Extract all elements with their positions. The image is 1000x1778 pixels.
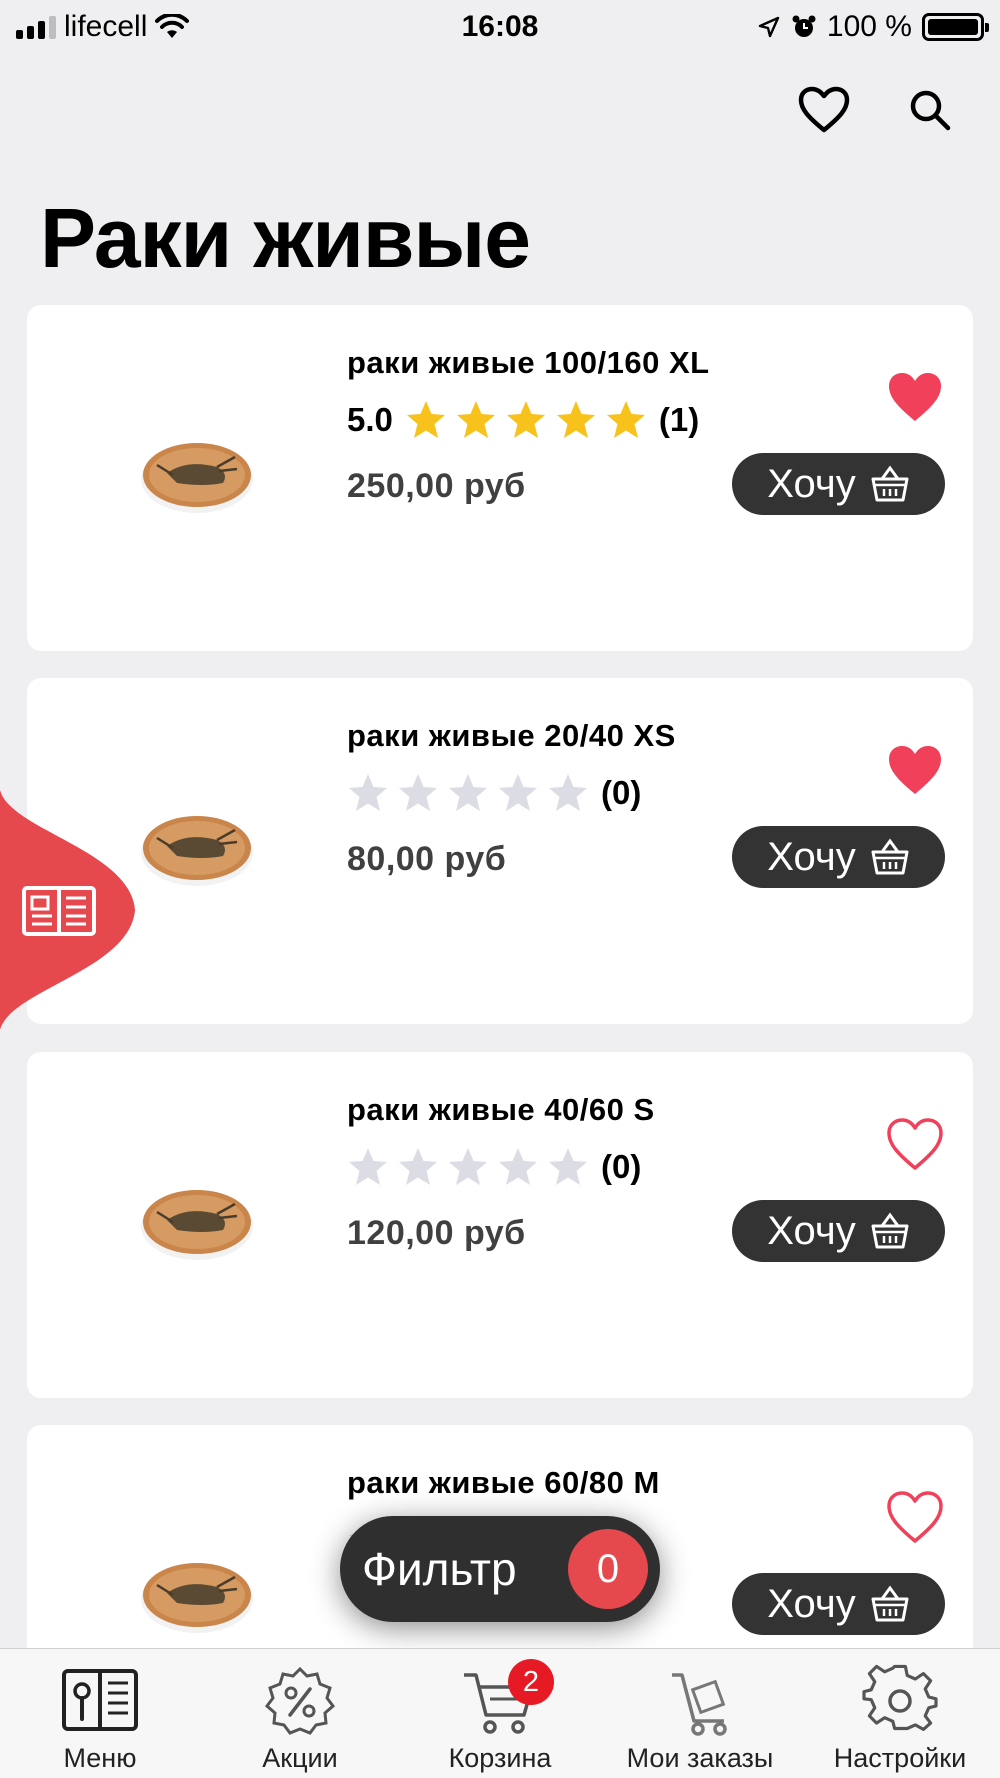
- alarm-icon: [792, 15, 816, 37]
- rating-value: 5.0: [347, 401, 393, 438]
- filter-count-badge: 0: [568, 1529, 648, 1609]
- review-count: (0): [601, 1148, 642, 1185]
- product-rating: (0): [347, 1146, 641, 1188]
- want-button-label: Хочу: [767, 1208, 856, 1253]
- star-empty-icon: [449, 1148, 487, 1185]
- search-button[interactable]: [900, 80, 960, 140]
- discount-gear-icon: [264, 1666, 336, 1735]
- filter-button[interactable]: Фильтр 0: [340, 1516, 660, 1622]
- star-filled-icon: [556, 401, 595, 438]
- heart-outline-icon[interactable]: [885, 1116, 945, 1172]
- product-name: раки живые 20/40 XS: [347, 718, 676, 753]
- product-name: раки живые 100/160 XL: [347, 345, 710, 380]
- product-name: раки живые 60/80 M: [347, 1465, 660, 1500]
- battery-percent: 100 %: [826, 10, 912, 43]
- star-empty-icon: [549, 774, 587, 811]
- location-arrow-icon: [758, 16, 780, 38]
- orders-cart-icon: [672, 1673, 727, 1736]
- status-bar: lifecell 16:08 100 %: [0, 0, 1000, 56]
- tab-settings[interactable]: Настройки: [800, 1649, 1000, 1778]
- want-button-label: Хочу: [767, 461, 856, 506]
- basket-icon: [871, 465, 909, 502]
- product-card[interactable]: раки живые 20/40 XS (0) 80,00 руб Хочу: [27, 678, 973, 1024]
- star-empty-icon: [349, 774, 387, 811]
- star-empty-icon: [399, 774, 437, 811]
- side-menu-tab[interactable]: [0, 790, 140, 1030]
- tab-menu[interactable]: Меню: [0, 1649, 200, 1778]
- review-count: (0): [601, 774, 642, 811]
- star-empty-icon: [499, 774, 537, 811]
- want-button[interactable]: Хочу: [732, 453, 945, 515]
- cart-badge: 2: [508, 1659, 554, 1705]
- header-actions: [794, 80, 960, 140]
- want-button[interactable]: Хочу: [732, 1200, 945, 1262]
- product-image: [141, 443, 253, 513]
- battery-icon: [922, 13, 989, 41]
- tab-label: Корзина: [448, 1743, 552, 1773]
- menu-book-icon: [62, 1669, 138, 1731]
- star-filled-icon: [606, 401, 645, 438]
- heart-filled-icon[interactable]: [885, 742, 945, 798]
- tab-promotions[interactable]: Акции: [200, 1649, 400, 1778]
- settings-gear-icon: [862, 1664, 938, 1731]
- star-filled-icon: [506, 401, 545, 438]
- star-empty-icon: [549, 1148, 587, 1185]
- favorites-button[interactable]: [794, 80, 854, 140]
- star-filled-icon: [406, 401, 445, 438]
- star-empty-icon: [349, 1148, 387, 1185]
- heart-outline-icon[interactable]: [885, 1489, 945, 1545]
- rating-stars: [405, 399, 647, 441]
- want-button-label: Хочу: [767, 1581, 856, 1626]
- filter-label: Фильтр: [362, 1543, 517, 1595]
- product-rating: 5.0 (1): [347, 399, 699, 441]
- status-right: 100 %: [757, 10, 989, 44]
- search-icon: [910, 90, 951, 131]
- tab-label: Мои заказы: [626, 1743, 774, 1773]
- tab-label: Акции: [262, 1743, 338, 1773]
- want-button[interactable]: Хочу: [732, 826, 945, 888]
- star-empty-icon: [499, 1148, 537, 1185]
- basket-icon: [871, 838, 909, 875]
- product-price: 120,00 руб: [347, 1214, 526, 1252]
- star-empty-icon: [399, 1148, 437, 1185]
- product-name: раки живые 40/60 S: [347, 1092, 655, 1127]
- star-filled-icon: [456, 401, 495, 438]
- basket-icon: [871, 1585, 909, 1622]
- product-image: [141, 1190, 253, 1260]
- tab-label: Настройки: [833, 1743, 967, 1773]
- star-empty-icon: [449, 774, 487, 811]
- review-count: (1): [658, 401, 700, 438]
- heart-outline-icon: [798, 86, 850, 133]
- rating-stars: [347, 1146, 589, 1188]
- tab-cart[interactable]: 2 Корзина: [400, 1649, 600, 1778]
- want-button-label: Хочу: [767, 834, 856, 879]
- product-price: 80,00 руб: [347, 840, 507, 878]
- basket-icon: [871, 1212, 909, 1249]
- product-card[interactable]: раки живые 100/160 XL 5.0 (1) 250,00 руб…: [27, 305, 973, 651]
- side-tab-shape: [0, 790, 135, 1030]
- tab-bar: Меню Акции 2 Корзина Мои заказы Настройк…: [0, 1648, 1000, 1778]
- tab-label: Меню: [63, 1743, 137, 1773]
- product-image: [141, 1563, 253, 1633]
- product-rating: (0): [347, 772, 641, 814]
- page-title: Раки живые: [40, 191, 531, 285]
- product-price: 250,00 руб: [347, 467, 526, 505]
- product-card[interactable]: раки живые 40/60 S (0) 120,00 руб Хочу: [27, 1052, 973, 1398]
- want-button[interactable]: Хочу: [732, 1573, 945, 1635]
- heart-filled-icon[interactable]: [885, 369, 945, 425]
- rating-stars: [347, 772, 589, 814]
- tab-my-orders[interactable]: Мои заказы: [600, 1649, 800, 1778]
